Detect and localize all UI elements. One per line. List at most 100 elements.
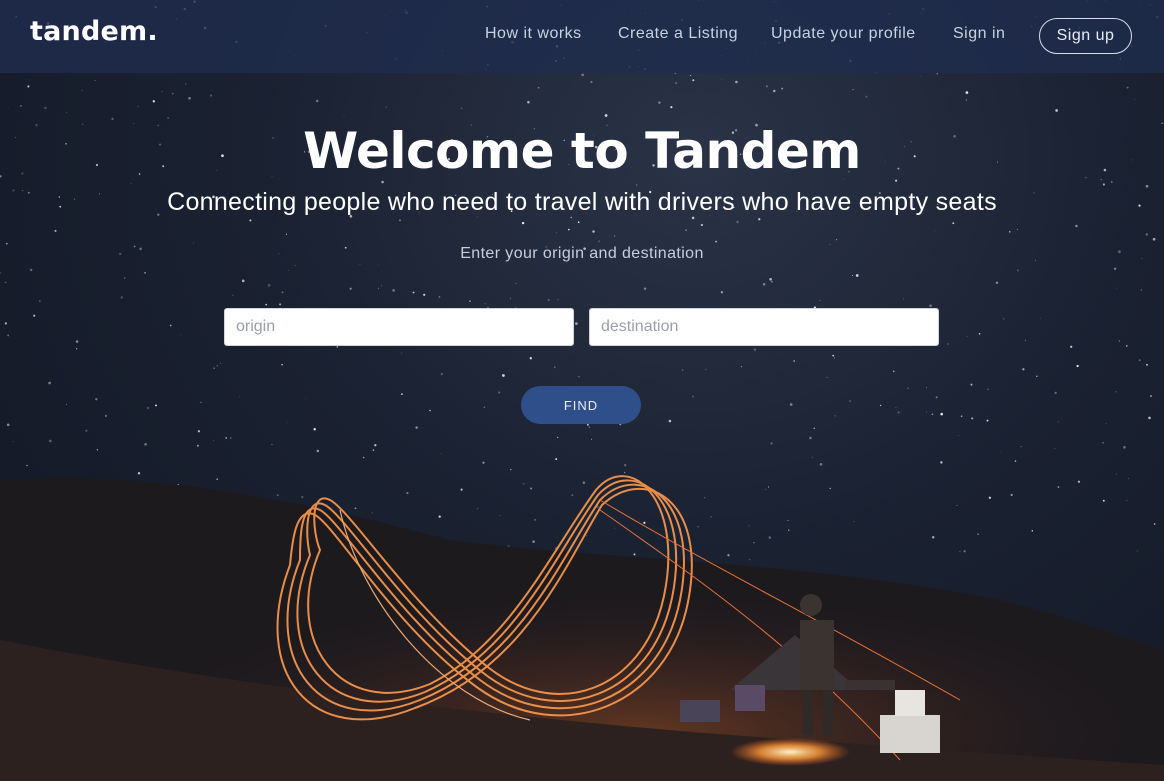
star bbox=[225, 437, 228, 439]
star bbox=[294, 265, 296, 266]
nav-link-update-profile[interactable]: Update your profile bbox=[771, 25, 916, 43]
star bbox=[104, 414, 108, 418]
campfire-glow bbox=[730, 738, 850, 766]
hero-subtitle: Connecting people who need to travel wit… bbox=[167, 188, 997, 216]
star bbox=[285, 233, 288, 235]
star bbox=[305, 397, 307, 399]
star bbox=[907, 387, 909, 389]
tandem-logo[interactable]: tandem. bbox=[30, 16, 158, 47]
star bbox=[581, 73, 584, 77]
star bbox=[578, 376, 580, 378]
star bbox=[1152, 237, 1156, 241]
star bbox=[529, 357, 532, 360]
star bbox=[1054, 391, 1057, 395]
star bbox=[537, 86, 540, 89]
star bbox=[267, 283, 271, 287]
star bbox=[241, 279, 245, 283]
nav-link-create-listing[interactable]: Create a Listing bbox=[618, 25, 738, 43]
star bbox=[793, 360, 796, 362]
star bbox=[933, 230, 935, 232]
star bbox=[1036, 375, 1038, 377]
star bbox=[614, 235, 616, 237]
star bbox=[120, 296, 124, 299]
star bbox=[965, 91, 969, 94]
star bbox=[834, 415, 836, 417]
star bbox=[6, 423, 10, 427]
star bbox=[960, 415, 963, 418]
star bbox=[96, 449, 99, 451]
star bbox=[835, 238, 838, 241]
star bbox=[249, 219, 252, 222]
star bbox=[94, 80, 96, 82]
star bbox=[66, 111, 68, 113]
star bbox=[770, 442, 773, 445]
destination-input[interactable] bbox=[589, 308, 939, 346]
star bbox=[130, 183, 132, 185]
star bbox=[570, 216, 572, 219]
star bbox=[1020, 445, 1022, 448]
star bbox=[1138, 359, 1141, 361]
star bbox=[265, 303, 268, 306]
star bbox=[33, 314, 36, 317]
nav-link-how-it-works[interactable]: How it works bbox=[485, 25, 582, 43]
nav-link-sign-in[interactable]: Sign in bbox=[953, 25, 1005, 43]
star bbox=[213, 367, 215, 369]
star bbox=[897, 411, 900, 414]
star bbox=[865, 95, 868, 98]
star bbox=[986, 419, 989, 422]
star bbox=[279, 303, 282, 306]
star bbox=[965, 99, 968, 101]
star bbox=[169, 324, 172, 327]
star bbox=[1123, 445, 1126, 449]
star bbox=[895, 407, 897, 409]
star bbox=[958, 435, 960, 436]
star bbox=[769, 278, 772, 281]
star bbox=[1075, 224, 1078, 228]
star bbox=[12, 441, 14, 443]
star bbox=[316, 449, 319, 453]
star bbox=[720, 79, 722, 81]
hero-title: Welcome to Tandem bbox=[303, 122, 861, 180]
star bbox=[385, 106, 387, 108]
star bbox=[1131, 183, 1133, 185]
sign-up-button[interactable]: Sign up bbox=[1039, 18, 1132, 54]
star bbox=[926, 387, 927, 389]
star bbox=[1022, 368, 1025, 371]
star bbox=[469, 300, 471, 302]
star bbox=[498, 391, 501, 394]
star bbox=[970, 383, 973, 386]
find-button[interactable]: FIND bbox=[521, 386, 641, 424]
star bbox=[1040, 317, 1042, 319]
star bbox=[643, 287, 647, 290]
star bbox=[374, 444, 377, 447]
star bbox=[604, 114, 608, 117]
origin-input[interactable] bbox=[224, 308, 574, 346]
star bbox=[412, 291, 415, 294]
star bbox=[7, 334, 10, 337]
star bbox=[902, 298, 904, 300]
star bbox=[1118, 340, 1121, 342]
star bbox=[315, 99, 319, 103]
star bbox=[720, 291, 724, 294]
star bbox=[935, 396, 938, 399]
star bbox=[213, 440, 215, 442]
star bbox=[690, 74, 692, 77]
star bbox=[947, 343, 949, 345]
star bbox=[54, 229, 57, 232]
star bbox=[152, 100, 155, 103]
star bbox=[38, 300, 41, 303]
star bbox=[66, 404, 68, 405]
star bbox=[586, 423, 589, 426]
star bbox=[929, 304, 932, 307]
star bbox=[381, 180, 384, 184]
star bbox=[591, 438, 592, 440]
star bbox=[781, 87, 784, 90]
star bbox=[1054, 448, 1056, 449]
top-navbar: tandem. How it works Create a Listing Up… bbox=[0, 0, 1164, 73]
star bbox=[137, 105, 139, 108]
star bbox=[200, 401, 202, 403]
star bbox=[995, 281, 999, 284]
star bbox=[196, 444, 199, 447]
star bbox=[590, 80, 593, 84]
star bbox=[75, 340, 79, 343]
